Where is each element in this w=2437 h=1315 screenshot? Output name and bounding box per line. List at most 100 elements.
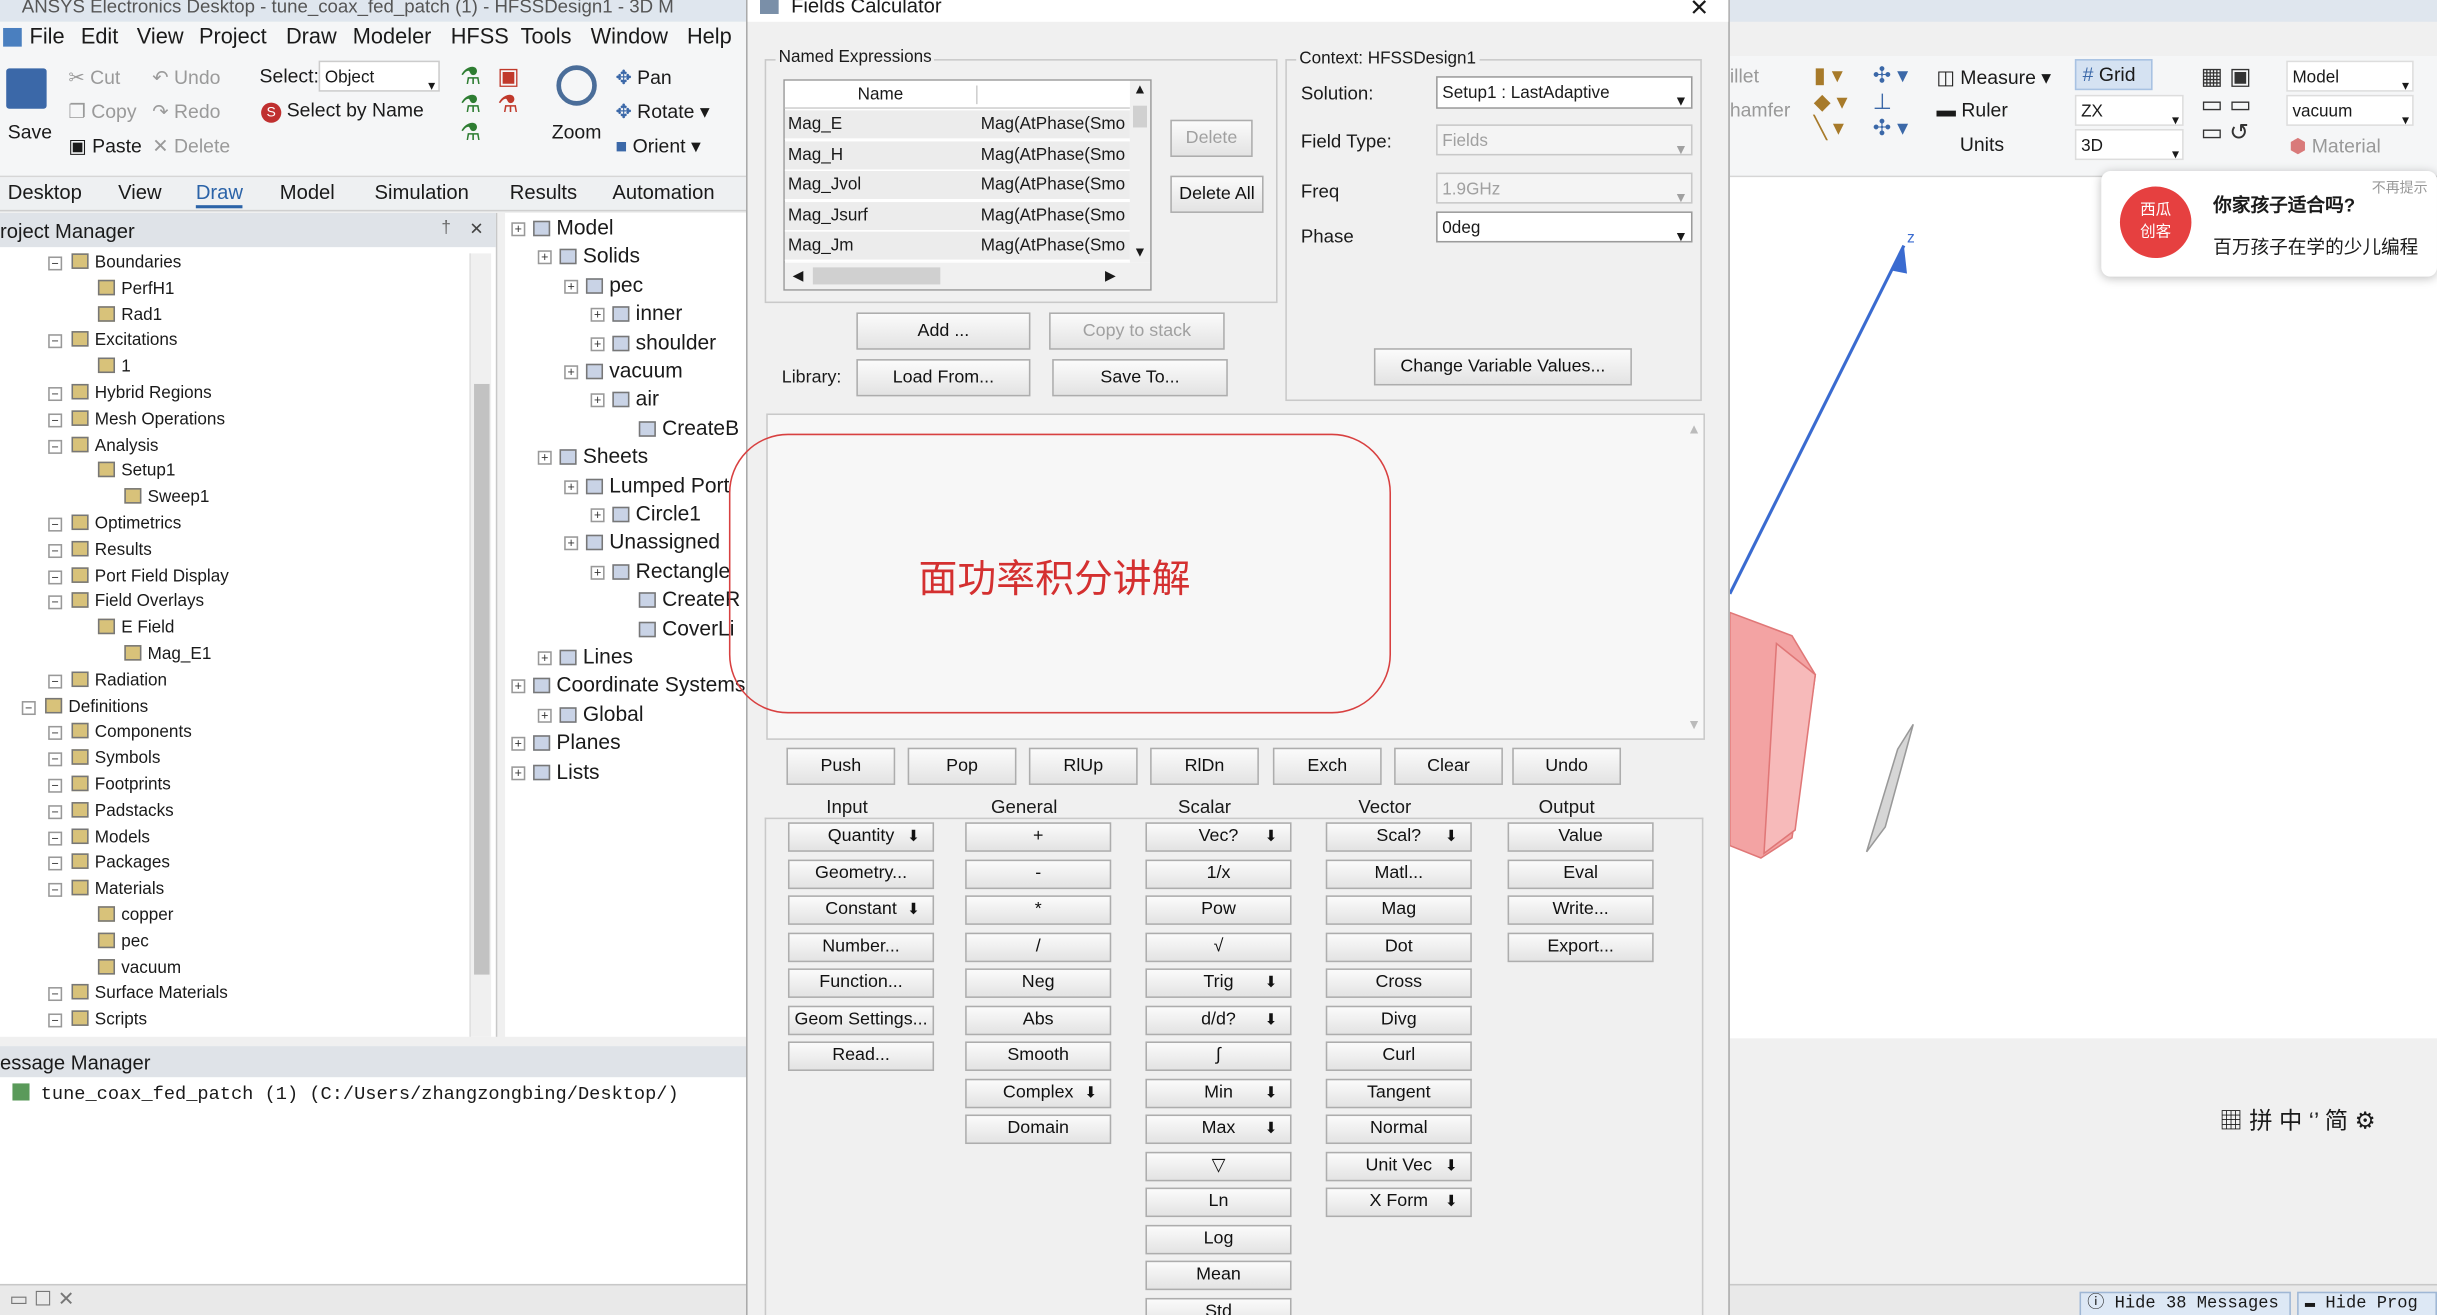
model-tree-item-coverli[interactable]: CoverLi	[638, 616, 734, 640]
scalar-min-button[interactable]: Min ⬇	[1145, 1077, 1292, 1108]
project-tree-scrollbar[interactable]	[469, 253, 492, 1037]
tree-item-radiation[interactable]: Radiation	[71, 671, 167, 690]
tab-draw[interactable]: Draw	[195, 180, 243, 209]
stack-scrollbar[interactable]: ▲ ▼	[1685, 421, 1704, 732]
model-dropdown[interactable]: Model ▾	[2286, 60, 2414, 93]
3d-view[interactable]: z	[1729, 177, 2437, 1039]
tree-item-definitions[interactable]: Definitions	[45, 697, 148, 716]
measure-button[interactable]: ◫ Measure ▾	[1937, 65, 2052, 89]
tree-expander[interactable]: −	[48, 517, 63, 532]
paste-button[interactable]: ▣ Paste	[68, 134, 141, 157]
message-line[interactable]: tune_coax_fed_patch (1) (C:/Users/zhangz…	[12, 1083, 679, 1105]
model-tree-item-lists[interactable]: Lists	[533, 759, 600, 783]
select-dropdown[interactable]: Object ▾	[318, 60, 440, 93]
tree-expander[interactable]: −	[48, 387, 63, 402]
tree-expander[interactable]: +	[590, 336, 605, 351]
tree-expander[interactable]: −	[48, 804, 63, 819]
tree-expander[interactable]: +	[564, 479, 579, 494]
model-tree-item-pec[interactable]: pec	[585, 273, 643, 297]
redo-button[interactable]: ↷ Redo	[152, 99, 220, 123]
tree-item-scripts[interactable]: Scripts	[71, 1010, 147, 1029]
scalar-item-button[interactable]: √	[1145, 931, 1292, 962]
scalar-item-button[interactable]: ▽	[1145, 1151, 1292, 1181]
tree-expander[interactable]: +	[511, 765, 526, 780]
axis-tool-icons[interactable]: ✣ ▾ ⊥ ✣ ▾	[1873, 62, 1908, 141]
vector-matl-button[interactable]: Matl...	[1325, 858, 1472, 889]
tree-expander[interactable]: +	[564, 536, 579, 551]
stack-exch-button[interactable]: Exch	[1272, 747, 1382, 785]
add-expression-button[interactable]: Add ...	[856, 312, 1031, 350]
plane-dropdown[interactable]: ZX ▾	[2074, 94, 2184, 127]
tree-expander[interactable]: +	[511, 222, 526, 237]
stack-undo-button[interactable]: Undo	[1512, 747, 1622, 785]
tree-item-hybrid-regions[interactable]: Hybrid Regions	[71, 383, 212, 403]
output-export-button[interactable]: Export...	[1507, 931, 1654, 962]
model-tree-item-creater[interactable]: CreateR	[638, 588, 740, 611]
save-button[interactable]: Save	[8, 121, 52, 143]
scalar-d-d-button[interactable]: d/d? ⬇	[1145, 1004, 1292, 1035]
menu-draw[interactable]: Draw	[286, 23, 337, 48]
stack-rldn-button[interactable]: RlDn	[1150, 747, 1259, 785]
material-button[interactable]: ⬢ Material	[2289, 134, 2381, 157]
tree-expander[interactable]: +	[537, 451, 552, 466]
draw-tool-icons-2[interactable]: ▣ ⚗	[497, 62, 519, 118]
output-write-button[interactable]: Write...	[1507, 895, 1654, 925]
tab-results[interactable]: Results	[510, 180, 577, 203]
tree-item-analysis[interactable]: Analysis	[71, 436, 158, 455]
tree-item-field-overlays[interactable]: Field Overlays	[71, 592, 204, 611]
tree-item-port-field-display[interactable]: Port Field Display	[71, 566, 229, 585]
input-geometry-button[interactable]: Geometry...	[787, 858, 935, 889]
phase-dropdown[interactable]: 0deg ▼	[1436, 211, 1693, 244]
material-dropdown[interactable]: vacuum ▾	[2286, 94, 2414, 127]
scalar-item-button[interactable]: ∫	[1145, 1041, 1292, 1071]
pan-button[interactable]: ✥ Pan	[615, 65, 671, 89]
tree-expander[interactable]: −	[48, 1013, 63, 1028]
general-abs-button[interactable]: Abs	[965, 1004, 1112, 1035]
input-number-button[interactable]: Number...	[787, 931, 935, 962]
vector-scal-button[interactable]: Scal? ⬇	[1325, 822, 1472, 852]
tree-item-models[interactable]: Models	[71, 827, 150, 847]
tree-expander[interactable]: −	[48, 830, 63, 845]
chamfer-button[interactable]: hamfer	[1730, 99, 1790, 121]
tree-expander[interactable]: +	[590, 308, 605, 323]
dim-dropdown[interactable]: 3D ▾	[2074, 129, 2184, 162]
tree-expander[interactable]: +	[564, 365, 579, 380]
model-tree-item-createb[interactable]: CreateB	[638, 416, 739, 440]
zoom-icon[interactable]	[556, 65, 597, 106]
model-tree-item-lumped-port[interactable]: Lumped Port	[585, 473, 729, 497]
save-icon[interactable]	[6, 68, 47, 109]
hide-progress-button[interactable]: ▬ Hide Prog	[2297, 1291, 2437, 1315]
tree-expander[interactable]: −	[48, 857, 63, 872]
model-tree-item-inner[interactable]: inner	[612, 302, 682, 325]
tree-expander[interactable]: +	[511, 679, 526, 694]
tree-item-symbols[interactable]: Symbols	[71, 749, 160, 768]
tree-item-vacuum[interactable]: vacuum	[97, 958, 181, 977]
load-from-button[interactable]: Load From...	[856, 359, 1031, 397]
tab-model[interactable]: Model	[280, 180, 335, 203]
menu-modeler[interactable]: Modeler	[353, 23, 432, 48]
solution-dropdown[interactable]: Setup1 : LastAdaptive ▼	[1436, 76, 1693, 109]
tree-expander[interactable]: −	[21, 700, 36, 715]
menu-edit[interactable]: Edit	[81, 23, 118, 48]
vector-mag-button[interactable]: Mag	[1325, 895, 1472, 925]
save-to-button[interactable]: Save To...	[1052, 359, 1228, 397]
delete-expression-button[interactable]: Delete	[1170, 119, 1253, 157]
tree-item-components[interactable]: Components	[71, 723, 192, 742]
scalar-log-button[interactable]: Log	[1145, 1224, 1292, 1254]
delete-button[interactable]: ✕ Delete	[152, 134, 230, 157]
tree-expander[interactable]: −	[48, 256, 63, 271]
model-tree-item-rectangle[interactable]: Rectangle	[612, 559, 730, 583]
tree-item-footprints[interactable]: Footprints	[71, 775, 171, 794]
tree-item-mesh-operations[interactable]: Mesh Operations	[71, 410, 225, 429]
output-eval-button[interactable]: Eval	[1507, 858, 1654, 889]
copy-to-stack-button[interactable]: Copy to stack	[1049, 312, 1225, 350]
menu-project[interactable]: Project	[199, 23, 267, 48]
tree-item-optimetrics[interactable]: Optimetrics	[71, 514, 181, 533]
model-tree-item-model[interactable]: Model	[533, 216, 614, 239]
vector-normal-button[interactable]: Normal	[1325, 1114, 1472, 1145]
vector-tangent-button[interactable]: Tangent	[1325, 1077, 1472, 1108]
menu-hfss[interactable]: HFSS	[451, 23, 509, 48]
tree-expander[interactable]: +	[564, 279, 579, 294]
input-quantity-button[interactable]: Quantity ⬇	[787, 822, 935, 852]
tree-item-copper[interactable]: copper	[97, 906, 174, 925]
